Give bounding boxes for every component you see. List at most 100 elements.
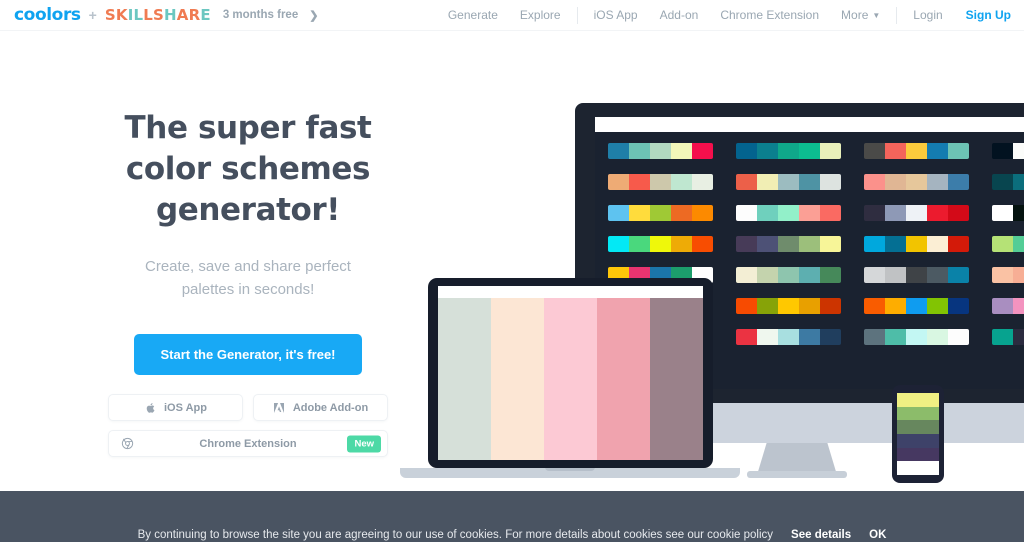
palette-card[interactable] [864, 236, 969, 252]
palette-swatch[interactable] [992, 236, 1013, 252]
phone-palette-swatch[interactable] [897, 461, 939, 475]
palette-swatch[interactable] [736, 236, 757, 252]
palette-swatch[interactable] [948, 236, 969, 252]
palette-swatch[interactable] [692, 143, 713, 159]
palette-swatch[interactable] [1013, 329, 1024, 345]
login-link[interactable]: Login [902, 8, 954, 22]
palette-card[interactable] [736, 236, 841, 252]
palette-card[interactable] [864, 174, 969, 190]
palette-swatch[interactable] [992, 298, 1013, 314]
palette-swatch[interactable] [736, 143, 757, 159]
palette-swatch[interactable] [820, 298, 841, 314]
palette-swatch[interactable] [864, 205, 885, 221]
phone-palette-swatch[interactable] [897, 406, 939, 421]
palette-card[interactable] [736, 143, 841, 159]
palette-swatch[interactable] [778, 174, 799, 190]
palette-swatch[interactable] [927, 267, 948, 283]
palette-card[interactable] [992, 143, 1024, 159]
palette-swatch[interactable] [692, 236, 713, 252]
skillshare-logo[interactable]: SKILLSHARE [105, 6, 211, 24]
palette-card[interactable] [864, 205, 969, 221]
palette-swatch[interactable] [992, 205, 1013, 221]
palette-swatch[interactable] [608, 174, 629, 190]
palette-card[interactable] [992, 267, 1024, 283]
palette-swatch[interactable] [927, 236, 948, 252]
palette-swatch[interactable] [650, 236, 671, 252]
palette-swatch[interactable] [692, 174, 713, 190]
palette-card[interactable] [992, 205, 1024, 221]
palette-card[interactable] [736, 329, 841, 345]
palette-swatch[interactable] [778, 205, 799, 221]
palette-swatch[interactable] [906, 236, 927, 252]
laptop-palette-swatch[interactable] [597, 298, 650, 460]
palette-swatch[interactable] [608, 236, 629, 252]
palette-swatch[interactable] [650, 205, 671, 221]
palette-swatch[interactable] [906, 205, 927, 221]
palette-swatch[interactable] [885, 174, 906, 190]
palette-swatch[interactable] [778, 267, 799, 283]
laptop-palette-swatch[interactable] [650, 298, 703, 460]
phone-palette-swatch[interactable] [897, 447, 939, 462]
palette-swatch[interactable] [864, 143, 885, 159]
palette-swatch[interactable] [671, 143, 692, 159]
palette-swatch[interactable] [948, 174, 969, 190]
palette-swatch[interactable] [1013, 174, 1024, 190]
palette-swatch[interactable] [799, 174, 820, 190]
palette-swatch[interactable] [885, 236, 906, 252]
chevron-right-icon[interactable]: ❯ [309, 9, 318, 22]
palette-swatch[interactable] [948, 267, 969, 283]
palette-swatch[interactable] [799, 143, 820, 159]
palette-swatch[interactable] [650, 143, 671, 159]
palette-swatch[interactable] [799, 329, 820, 345]
laptop-palette-swatch[interactable] [544, 298, 597, 460]
palette-card[interactable] [608, 174, 713, 190]
palette-swatch[interactable] [799, 205, 820, 221]
palette-card[interactable] [864, 298, 969, 314]
promo-label[interactable]: 3 months free [223, 9, 298, 21]
palette-swatch[interactable] [757, 329, 778, 345]
palette-swatch[interactable] [906, 267, 927, 283]
palette-swatch[interactable] [885, 143, 906, 159]
palette-swatch[interactable] [885, 205, 906, 221]
palette-card[interactable] [992, 298, 1024, 314]
palette-card[interactable] [608, 236, 713, 252]
palette-swatch[interactable] [864, 267, 885, 283]
nav-item-ios-app[interactable]: iOS App [583, 8, 649, 22]
phone-palette-swatch[interactable] [897, 420, 939, 435]
palette-swatch[interactable] [629, 236, 650, 252]
phone-palette-swatch[interactable] [897, 393, 939, 407]
palette-swatch[interactable] [992, 329, 1013, 345]
palette-swatch[interactable] [885, 329, 906, 345]
palette-swatch[interactable] [864, 174, 885, 190]
palette-card[interactable] [992, 236, 1024, 252]
palette-card[interactable] [864, 267, 969, 283]
palette-swatch[interactable] [906, 143, 927, 159]
nav-item-explore[interactable]: Explore [509, 8, 572, 22]
palette-card[interactable] [608, 205, 713, 221]
palette-swatch[interactable] [864, 236, 885, 252]
palette-card[interactable] [864, 143, 969, 159]
palette-swatch[interactable] [927, 143, 948, 159]
palette-swatch[interactable] [671, 236, 692, 252]
palette-swatch[interactable] [757, 174, 778, 190]
palette-swatch[interactable] [757, 205, 778, 221]
palette-swatch[interactable] [864, 329, 885, 345]
palette-swatch[interactable] [927, 298, 948, 314]
palette-swatch[interactable] [820, 174, 841, 190]
palette-swatch[interactable] [757, 267, 778, 283]
palette-swatch[interactable] [820, 329, 841, 345]
phone-palette-swatch[interactable] [897, 434, 939, 448]
palette-swatch[interactable] [629, 143, 650, 159]
palette-swatch[interactable] [650, 174, 671, 190]
palette-swatch[interactable] [820, 236, 841, 252]
palette-swatch[interactable] [864, 298, 885, 314]
palette-card[interactable] [736, 205, 841, 221]
palette-swatch[interactable] [778, 329, 799, 345]
palette-swatch[interactable] [608, 205, 629, 221]
palette-swatch[interactable] [906, 174, 927, 190]
palette-swatch[interactable] [1013, 267, 1024, 283]
palette-swatch[interactable] [671, 174, 692, 190]
palette-swatch[interactable] [992, 174, 1013, 190]
nav-item-more[interactable]: More ▼ [830, 8, 891, 22]
laptop-palette-swatch[interactable] [491, 298, 544, 460]
